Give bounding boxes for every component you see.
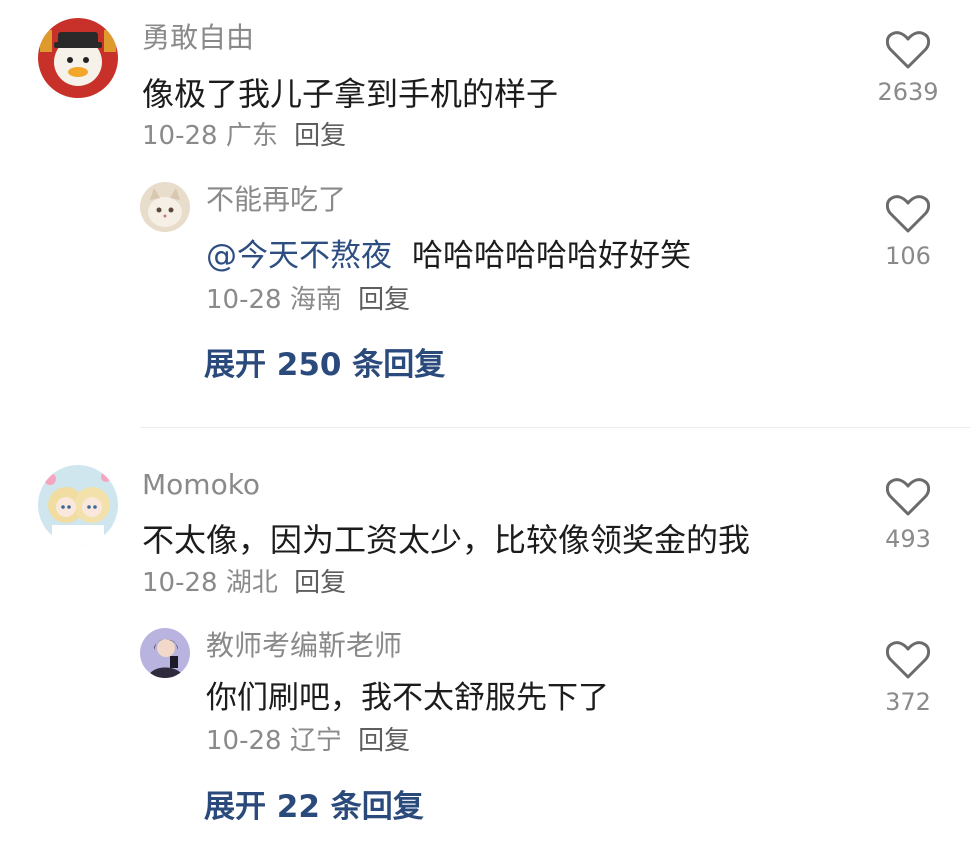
- expand-replies-button[interactable]: 展开 250 条回复: [204, 350, 445, 381]
- comment-meta: 10-28 湖北 回复: [142, 570, 346, 596]
- reply-meta: 10-28 辽宁 回复: [206, 728, 410, 754]
- reply-date: 10-28: [206, 726, 282, 756]
- heart-icon: [886, 31, 930, 69]
- avatar[interactable]: [38, 465, 118, 545]
- username[interactable]: 教师考编靳老师: [206, 632, 402, 660]
- like-count: 106: [885, 242, 931, 270]
- comment-date: 10-28: [142, 568, 218, 598]
- reply-button[interactable]: 回复: [294, 121, 346, 151]
- divider: [140, 427, 970, 428]
- comment-text: 不太像，因为工资太少，比较像领奖金的我: [142, 521, 751, 559]
- reply-meta: 10-28 海南 回复: [206, 287, 410, 313]
- like-count: 2639: [877, 78, 939, 106]
- reply-location: 辽宁: [289, 726, 342, 756]
- heart-icon: [886, 478, 930, 516]
- username[interactable]: 不能再吃了: [206, 186, 346, 214]
- like-count: 372: [885, 688, 931, 716]
- reply-button[interactable]: 回复: [358, 285, 410, 315]
- reply-button[interactable]: 回复: [294, 568, 346, 598]
- comment-date: 10-28: [142, 121, 218, 151]
- reply-text: 你们刷吧，我不太舒服先下了: [206, 680, 609, 716]
- comment-location: 湖北: [225, 568, 278, 598]
- comment-meta: 10-28 广东 回复: [142, 123, 346, 149]
- heart-icon: [886, 195, 930, 233]
- avatar[interactable]: [38, 18, 118, 98]
- heart-icon: [886, 641, 930, 679]
- person-photo-icon: [140, 628, 190, 678]
- like-button[interactable]: 106: [868, 194, 948, 268]
- like-button[interactable]: 2639: [868, 30, 948, 104]
- comment-text: 像极了我儿子拿到手机的样子: [142, 75, 559, 113]
- reply-body: 哈哈哈哈哈哈好好笑: [412, 238, 691, 274]
- reply-date: 10-28: [206, 285, 282, 315]
- anime-girls-icon: [38, 465, 118, 545]
- like-button[interactable]: 372: [868, 640, 948, 714]
- like-button[interactable]: 493: [868, 477, 948, 551]
- avatar[interactable]: [140, 182, 190, 232]
- expand-replies-button[interactable]: 展开 22 条回复: [204, 792, 424, 823]
- mention-link[interactable]: @今天不熬夜: [206, 238, 392, 274]
- reply-location: 海南: [289, 285, 342, 315]
- comment-location: 广东: [225, 121, 278, 151]
- cat-photo-icon: [140, 182, 190, 232]
- cartoon-duck-icon: [38, 18, 118, 98]
- username[interactable]: 勇敢自由: [142, 24, 254, 52]
- username[interactable]: Momoko: [142, 471, 260, 499]
- avatar[interactable]: [140, 628, 190, 678]
- like-count: 493: [885, 525, 931, 553]
- reply-text: @今天不熬夜 哈哈哈哈哈哈好好笑: [206, 241, 691, 272]
- reply-button[interactable]: 回复: [358, 726, 410, 756]
